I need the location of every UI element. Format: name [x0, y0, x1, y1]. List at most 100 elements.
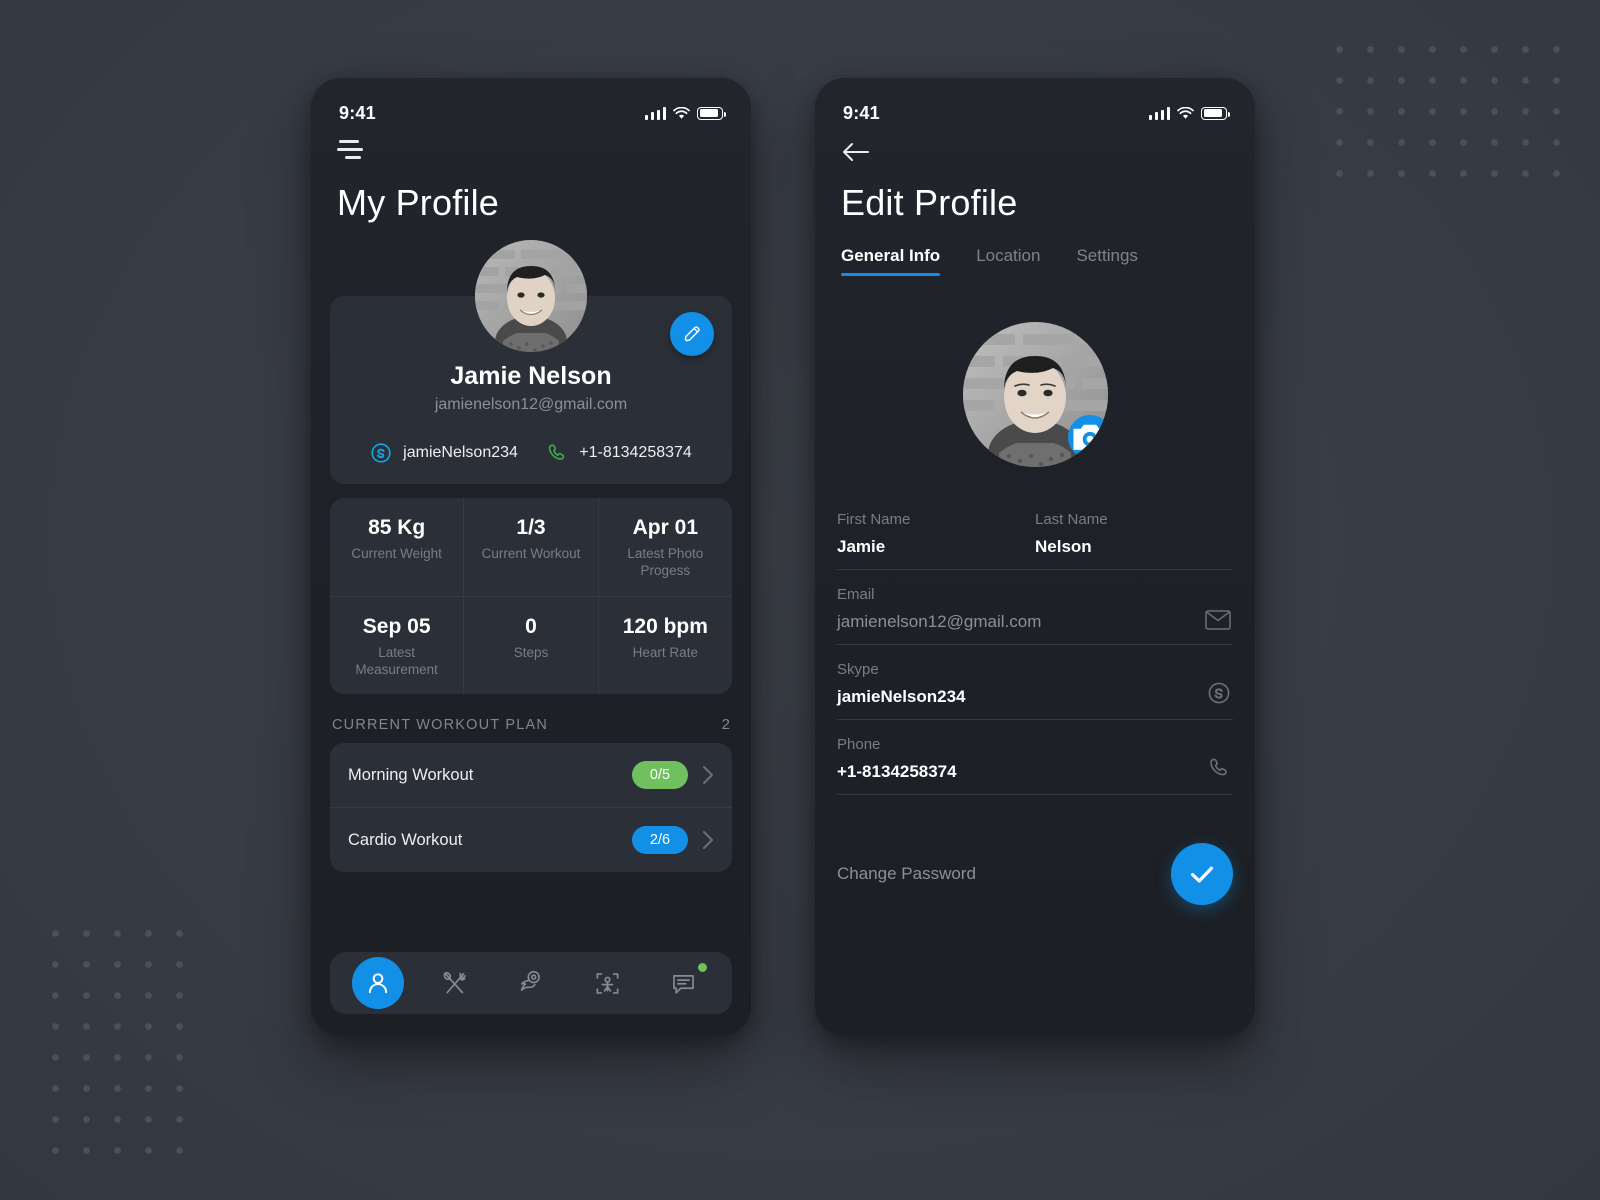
- stat-label: Current Workout: [481, 546, 581, 561]
- field-email[interactable]: Email jamienelson12@gmail.com: [837, 570, 1233, 645]
- profile-phone-value: +1-8134258374: [579, 444, 692, 461]
- user-avatar-photo: [962, 322, 1108, 467]
- my-profile-screen: 9:41 My Profile Jamie Nelson jamienelson…: [311, 78, 751, 1036]
- wifi-icon: [673, 106, 690, 119]
- field-label: Last Name: [1035, 511, 1108, 528]
- decorative-dot-grid-top-right: [1318, 28, 1568, 188]
- workout-item-morning[interactable]: Morning Workout 0/5: [330, 743, 732, 807]
- signal-bars-icon: [644, 106, 666, 120]
- field-label: Email: [837, 586, 875, 603]
- status-bar-time: 9:41: [843, 102, 880, 123]
- stat-label: Latest Photo Progess: [627, 546, 704, 579]
- workout-list: Morning Workout 0/5 Cardio Workout 2/6: [330, 743, 732, 873]
- phone-mockup-edit-profile: 9:41 Edit Profile General Info Location …: [815, 78, 1255, 1036]
- edit-profile-screen: 9:41 Edit Profile General Info Location …: [815, 78, 1255, 1036]
- profile-phone[interactable]: +1-8134258374: [546, 442, 692, 464]
- tab-profile[interactable]: [352, 957, 405, 1009]
- body-scan-icon: [596, 972, 619, 994]
- bottom-tab-bar: [330, 952, 732, 1014]
- field-label: Phone: [837, 736, 881, 753]
- tab-general-info[interactable]: General Info: [841, 246, 941, 276]
- field-phone[interactable]: Phone +1-8134258374: [837, 720, 1233, 795]
- stat-label: Steps: [513, 644, 549, 660]
- tab-location[interactable]: Location: [976, 246, 1040, 276]
- profile-email: jamienelson12@gmail.com: [434, 396, 628, 413]
- profile-skype[interactable]: jamieNelson234: [370, 442, 518, 464]
- chevron-right-icon: [703, 766, 713, 785]
- field-label: Skype: [837, 661, 879, 678]
- page-title: Edit Profile: [841, 182, 1018, 223]
- workout-progress-badge: 2/6: [632, 826, 688, 855]
- muscle-arm-icon: [520, 970, 540, 991]
- chevron-right-icon: [703, 831, 713, 850]
- workout-section-count: 2: [721, 716, 730, 734]
- stat-value: 1/3: [516, 516, 546, 539]
- phone-icon: [1210, 758, 1227, 776]
- stat-value: Apr 01: [632, 516, 698, 539]
- change-photo-button[interactable]: [1067, 415, 1108, 459]
- workout-item-cardio[interactable]: Cardio Workout 2/6: [330, 807, 732, 872]
- camera-icon: [1073, 424, 1106, 450]
- change-password-link[interactable]: Change Password: [837, 864, 976, 884]
- workout-section-title: CURRENT WORKOUT PLAN: [332, 716, 549, 733]
- tab-strip: General Info Location Settings: [815, 224, 1255, 276]
- workout-name: Cardio Workout: [348, 830, 463, 849]
- stat-latest-measurement: Sep 05 Latest Measurement: [330, 597, 463, 695]
- workout-progress-badge: 0/5: [632, 761, 688, 790]
- skype-icon: [1208, 682, 1230, 704]
- hamburger-menu-icon[interactable]: [337, 140, 365, 160]
- field-value: Jamie: [837, 537, 886, 556]
- status-bar: 9:41: [311, 78, 751, 126]
- skype-icon: [371, 443, 391, 463]
- battery-icon: [1201, 106, 1230, 120]
- decorative-dot-grid-bottom-left: [34, 912, 194, 1162]
- stats-grid: 85 Kg Current Weight 1/3 Current Workout…: [330, 498, 732, 695]
- field-last-name[interactable]: Last Name Nelson: [1035, 495, 1233, 570]
- workout-section-header: CURRENT WORKOUT PLAN 2: [311, 694, 751, 743]
- stat-label: Latest Measurement: [355, 644, 438, 677]
- wifi-icon: [1177, 106, 1194, 119]
- stat-steps: 0 Steps: [463, 596, 597, 695]
- status-bar-time: 9:41: [339, 102, 376, 123]
- envelope-icon: [1205, 610, 1231, 630]
- stat-current-workout: 1/3 Current Workout: [463, 498, 597, 596]
- stat-current-weight: 85 Kg Current Weight: [330, 498, 463, 596]
- field-value: Nelson: [1035, 537, 1092, 556]
- tab-settings[interactable]: Settings: [1076, 246, 1137, 276]
- stat-value: 85 Kg: [368, 516, 426, 539]
- tab-body-scan[interactable]: [581, 957, 633, 1009]
- chat-notification-badge: [697, 963, 707, 972]
- chat-icon: [673, 974, 695, 994]
- stat-value: 120 bpm: [622, 614, 708, 638]
- check-icon: [1191, 866, 1213, 883]
- field-value: jamienelson12@gmail.com: [837, 612, 1042, 631]
- back-arrow-icon[interactable]: [841, 140, 871, 164]
- phone-icon: [549, 444, 565, 460]
- field-skype[interactable]: Skype jamieNelson234: [837, 645, 1233, 720]
- stat-label: Current Weight: [351, 546, 442, 561]
- user-avatar-photo: [475, 240, 587, 352]
- stat-latest-photo-progress: Apr 01 Latest Photo Progess: [597, 498, 732, 596]
- page-canvas: 9:41 My Profile Jamie Nelson jamienelson…: [0, 0, 1600, 1200]
- cutlery-icon: [443, 971, 466, 993]
- tab-workout[interactable]: [505, 957, 557, 1009]
- tab-chat[interactable]: [658, 957, 710, 1009]
- workout-name: Morning Workout: [348, 765, 474, 784]
- signal-bars-icon: [1148, 106, 1170, 120]
- page-title: My Profile: [337, 182, 500, 223]
- edit-profile-form: First Name Jamie Last Name Nelson Email …: [815, 467, 1255, 795]
- save-button[interactable]: [1171, 843, 1233, 905]
- person-icon: [369, 973, 388, 994]
- stat-label: Heart Rate: [632, 644, 698, 660]
- stat-value: Sep 05: [362, 614, 431, 638]
- profile-skype-value: jamieNelson234: [403, 444, 518, 461]
- profile-name: Jamie Nelson: [450, 362, 612, 390]
- stat-value: 0: [525, 614, 537, 638]
- tab-nutrition[interactable]: [429, 957, 481, 1009]
- field-label: First Name: [837, 511, 911, 528]
- phone-mockup-my-profile: 9:41 My Profile Jamie Nelson jamienelson…: [311, 78, 751, 1036]
- battery-icon: [697, 106, 726, 120]
- field-first-name[interactable]: First Name Jamie: [837, 495, 1035, 570]
- status-bar: 9:41: [815, 78, 1255, 126]
- field-value: jamieNelson234: [837, 687, 966, 706]
